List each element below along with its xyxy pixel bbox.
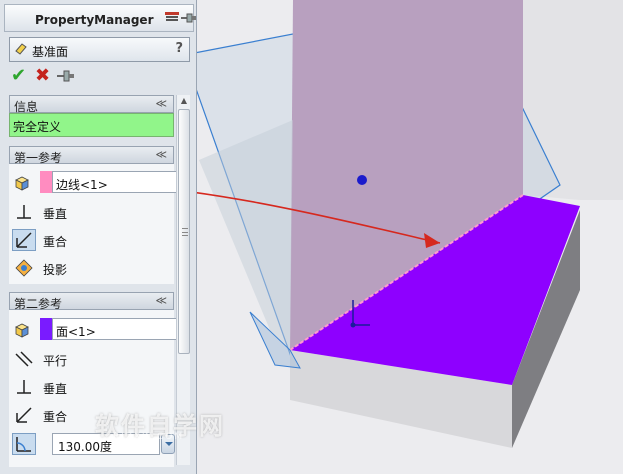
status-text: 完全定义 <box>13 120 62 134</box>
perpendicular-label: 垂直 <box>43 382 68 396</box>
scroll-thumb[interactable] <box>178 109 190 354</box>
keep-visible-pin-icon[interactable] <box>57 69 75 83</box>
parallel-button[interactable] <box>12 348 36 370</box>
project-icon <box>15 259 33 277</box>
reference-cube-icon <box>15 323 29 338</box>
coincident-button[interactable] <box>12 229 36 251</box>
coincident-label: 重合 <box>43 410 68 424</box>
origin-point <box>357 175 367 185</box>
project-label: 投影 <box>43 263 68 277</box>
watermark-sub: RJZXW.COM <box>113 432 185 442</box>
info-group-header[interactable]: 信息 ≪ <box>9 95 174 114</box>
project-button[interactable] <box>12 257 36 279</box>
perpendicular-icon <box>17 205 31 219</box>
second-reference-field[interactable]: 面<1> <box>52 318 178 340</box>
angle-button[interactable] <box>12 433 36 455</box>
second-reference-title: 第二参考 <box>14 297 63 311</box>
first-reference-header[interactable]: 第一参考 ≪ <box>9 146 174 165</box>
reference-cube-icon <box>15 176 29 191</box>
parallel-label: 平行 <box>43 354 68 368</box>
info-group: 信息 ≪ 完全定义 <box>9 95 174 137</box>
feature-header: 基准面 ? <box>9 37 190 62</box>
angle-icon <box>16 437 31 452</box>
selection-color-swatch <box>40 171 52 193</box>
option-parallel[interactable]: 平行 <box>9 346 174 372</box>
second-reference-selection[interactable]: 面<1> <box>9 316 178 342</box>
coincident-label: 重合 <box>43 235 68 249</box>
cancel-button[interactable]: ✖ <box>35 66 50 86</box>
feature-name: 基准面 <box>32 45 69 59</box>
scroll-up-arrow-icon[interactable]: ▲ <box>178 95 190 107</box>
first-reference-field[interactable]: 边线<1> <box>52 171 178 193</box>
first-reference-value: 边线<1> <box>56 178 108 192</box>
first-reference-title: 第一参考 <box>14 151 63 165</box>
collapse-icon[interactable]: ≪ <box>155 148 167 161</box>
ok-button[interactable]: ✔ <box>11 66 26 86</box>
panel-title: PropertyManager <box>35 13 154 27</box>
option-project[interactable]: 投影 <box>9 255 174 281</box>
option-perpendicular-2[interactable]: 垂直 <box>9 374 174 400</box>
action-buttons: ✔ ✖ <box>9 66 109 86</box>
selection-color-swatch <box>40 318 52 340</box>
second-reference-header[interactable]: 第二参考 ≪ <box>9 292 174 311</box>
property-manager-titlebar: PropertyManager <box>4 4 197 32</box>
status-message: 完全定义 <box>9 113 174 137</box>
pin-icon[interactable] <box>181 12 197 24</box>
perpendicular-button[interactable] <box>12 201 36 223</box>
option-coincident[interactable]: 重合 <box>9 227 174 253</box>
perpendicular-label: 垂直 <box>43 207 68 221</box>
parallel-icon <box>15 351 33 367</box>
coincident-icon <box>16 232 32 248</box>
plane-feature-icon <box>15 43 27 55</box>
property-manager-panel: PropertyManager 基准面 ? ✔ ✖ 信息 ≪ 完全定义 第一参考… <box>0 0 197 474</box>
collapse-icon[interactable]: ≪ <box>155 294 167 307</box>
panel-menu-icon[interactable] <box>165 12 179 24</box>
coincident-icon <box>16 407 32 423</box>
second-reference-value: 面<1> <box>56 325 96 339</box>
collapse-icon[interactable]: ≪ <box>155 97 167 110</box>
option-perpendicular[interactable]: 垂直 <box>9 199 174 225</box>
first-reference-selection[interactable]: 边线<1> <box>9 169 178 195</box>
perpendicular-button[interactable] <box>12 376 36 398</box>
perpendicular-icon <box>17 380 31 394</box>
watermark: 软件自学网 RJZXW.COM <box>95 406 240 442</box>
help-button[interactable]: ? <box>175 41 183 56</box>
scroll-grip-icon <box>182 228 188 236</box>
coincident-button[interactable] <box>12 404 36 426</box>
